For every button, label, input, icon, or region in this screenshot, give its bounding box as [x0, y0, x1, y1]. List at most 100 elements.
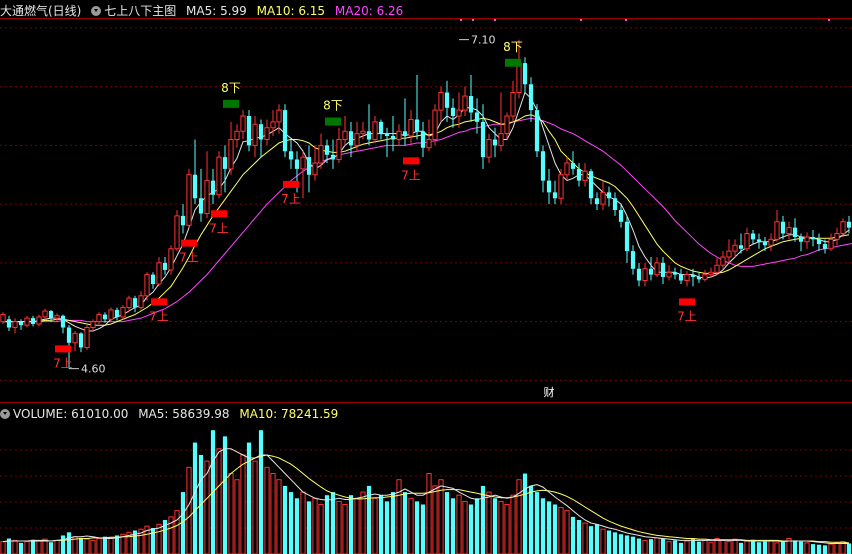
signal-up-marker [151, 298, 167, 306]
volume-bar [456, 494, 462, 554]
candle [594, 192, 600, 210]
volume-bar [570, 516, 576, 554]
volume-bar [384, 501, 390, 554]
candle-body [798, 237, 804, 242]
candle [372, 116, 378, 144]
volume-bar [732, 538, 738, 554]
candle-body [678, 274, 684, 281]
candle-body [420, 131, 426, 148]
volume-bar [228, 473, 234, 554]
candle [600, 180, 606, 210]
volume-bar [540, 498, 546, 554]
candle-body [120, 307, 126, 318]
candle-body [384, 133, 390, 136]
candle [258, 119, 264, 158]
candle-body [594, 198, 600, 205]
candle [18, 319, 24, 330]
candle [708, 267, 714, 277]
candle-body [330, 154, 336, 160]
candle [534, 104, 540, 158]
volume-bar [240, 454, 246, 554]
volume-bar [792, 540, 798, 554]
candle [42, 308, 48, 320]
candle-body [756, 239, 762, 242]
signal-up-label: 7上 [401, 168, 421, 182]
candle-body [636, 268, 642, 281]
volume-bar [282, 485, 288, 554]
candle-body [486, 139, 492, 158]
volume-bar [510, 494, 516, 554]
candle-body [240, 115, 246, 132]
volume-bar [498, 500, 504, 554]
candle-body [672, 272, 678, 275]
volume-bar [66, 532, 72, 554]
volume-bar [102, 536, 108, 554]
candle [660, 257, 666, 285]
candle [606, 186, 612, 207]
candle [678, 268, 684, 285]
volume-bar [450, 498, 456, 554]
candle-body [546, 180, 552, 193]
signal-up-marker [55, 345, 71, 353]
volume-bar [822, 545, 828, 554]
volume-bar [426, 473, 432, 554]
signal-down-label: 8下 [221, 81, 241, 95]
volume-bar [432, 485, 438, 554]
candle-body [786, 227, 792, 234]
candle-body [354, 133, 360, 146]
candle [384, 127, 390, 158]
signal-down-label: 8下 [503, 40, 523, 54]
candle-body [516, 62, 522, 93]
volume-bar [588, 526, 594, 554]
volume-bar [612, 532, 618, 554]
candle-body [720, 256, 726, 266]
candle [642, 262, 648, 287]
candle-body [246, 116, 252, 146]
candle [336, 127, 342, 163]
top-dot [625, 19, 627, 21]
candle [450, 98, 456, 128]
volume-bar [276, 479, 282, 554]
signal-down-marker [223, 99, 239, 108]
candle-body [450, 107, 456, 116]
candle-body [804, 236, 810, 243]
volume-bar [468, 504, 474, 554]
candle [786, 221, 792, 240]
volume-bar [390, 492, 396, 554]
volume-bar [474, 498, 480, 554]
volume-bar [582, 522, 588, 554]
volume-bar [666, 541, 672, 554]
candle [156, 257, 162, 287]
candle-body [612, 198, 618, 210]
volume-bar [318, 503, 324, 554]
candle [756, 233, 762, 249]
candle [498, 92, 504, 152]
ma10-line [3, 114, 850, 326]
candle-body [312, 162, 318, 176]
candle [96, 312, 102, 324]
candle [774, 210, 780, 242]
volume-bar [480, 485, 486, 554]
volume-bar [810, 544, 816, 554]
candle [222, 145, 228, 193]
candle-body [24, 317, 30, 326]
volume-bar [774, 542, 780, 554]
candle [582, 163, 588, 187]
candle [252, 116, 258, 158]
stock-chart[interactable]: 7上7上7上7上7上7上7上8下8下8下4.607.10财 [0, 0, 852, 554]
candle-body [300, 156, 306, 170]
candle-body [762, 241, 768, 246]
candle-body [564, 162, 570, 176]
candle [288, 139, 294, 169]
candle [666, 265, 672, 281]
candle-body [6, 319, 12, 328]
candle-body [36, 316, 42, 325]
candle [792, 218, 798, 242]
candle-body [630, 251, 636, 269]
candle-body [780, 221, 786, 234]
candle-body [582, 170, 588, 182]
volume-bar [648, 539, 654, 554]
ma20-line [3, 117, 852, 323]
volume-bar [174, 510, 180, 554]
signal-up-marker [181, 239, 197, 247]
